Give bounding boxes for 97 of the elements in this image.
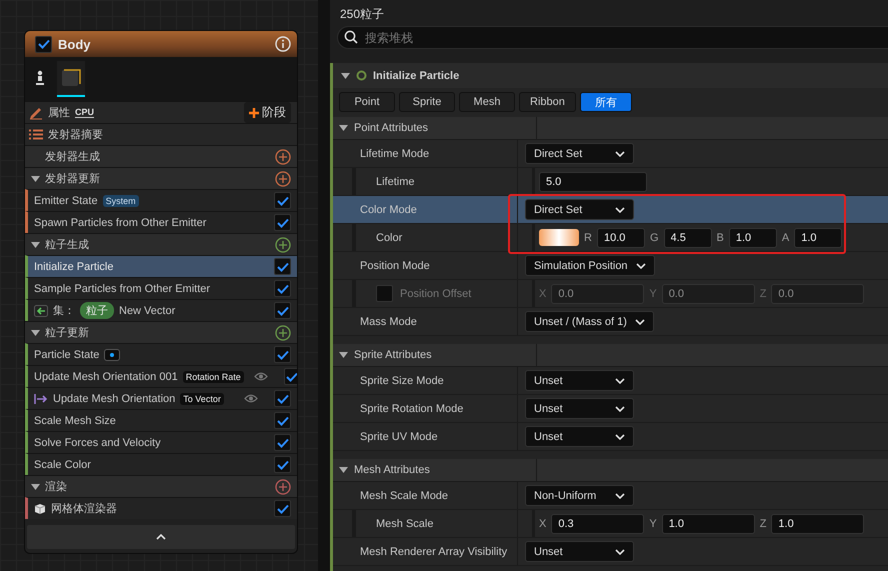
property-row[interactable]: Position Mode Simulation Position bbox=[333, 252, 888, 280]
mode-dropdown[interactable]: Simulation Position bbox=[525, 255, 655, 276]
module-name: 网格体渲染器 bbox=[51, 502, 117, 516]
module-name: Particle State bbox=[34, 348, 100, 360]
property-name: Mesh Scale bbox=[376, 518, 434, 530]
property-name: Color Mode bbox=[360, 204, 417, 216]
node-title: Body bbox=[58, 36, 92, 52]
mode-dropdown[interactable]: Direct Set bbox=[525, 199, 634, 220]
input-tag: Rotation Rate bbox=[182, 370, 244, 382]
property-name: Sprite UV Mode bbox=[360, 430, 438, 442]
module-name: New Vector bbox=[119, 304, 176, 316]
channel-label: B bbox=[716, 232, 724, 244]
module-name: Initialize Particle bbox=[34, 260, 114, 272]
channel-label: A bbox=[782, 232, 790, 244]
property-name: Lifetime bbox=[376, 176, 415, 188]
property-row[interactable]: Mass Mode Unset / (Mass of 1) bbox=[333, 308, 888, 336]
section-title[interactable]: Mesh Attributes bbox=[354, 464, 530, 476]
axis-label: Y bbox=[649, 288, 657, 300]
parameter-chip: 粒子 bbox=[80, 302, 114, 319]
module-header[interactable]: Initialize Particle bbox=[333, 63, 888, 88]
property-name: Sprite Rotation Mode bbox=[360, 402, 464, 414]
filter-tab[interactable]: Mesh bbox=[459, 92, 515, 112]
section-title[interactable]: Sprite Attributes bbox=[354, 349, 530, 361]
property-row[interactable]: Sprite UV Mode Unset bbox=[333, 423, 888, 451]
scope-tag: System bbox=[102, 194, 139, 206]
property-row[interactable]: Lifetime Mode Direct Set bbox=[333, 140, 888, 168]
filter-tab[interactable]: Sprite bbox=[399, 92, 455, 112]
property-row[interactable]: Mesh Scale X 0.3 Y 1.0 Z 1.0 bbox=[333, 510, 888, 538]
channel-field[interactable]: 4.5 bbox=[664, 228, 712, 248]
filter-tab[interactable]: 所有 bbox=[580, 92, 632, 112]
mode-dropdown[interactable]: Direct Set bbox=[525, 143, 634, 164]
add-stage-button[interactable]: 阶段 bbox=[244, 102, 291, 123]
cpu-badge: CPU bbox=[75, 107, 94, 118]
search-field[interactable]: 搜索堆栈 bbox=[337, 26, 888, 49]
property-name: Lifetime Mode bbox=[360, 148, 430, 160]
module-name: Spawn Particles from Other Emitter bbox=[34, 216, 206, 228]
property-name: Mesh Renderer Array Visibility bbox=[360, 546, 508, 558]
property-name: Color bbox=[376, 232, 402, 244]
mode-dropdown[interactable]: Unset bbox=[525, 370, 634, 391]
set-label: 集： bbox=[53, 304, 75, 318]
property-row[interactable]: Color Mode Direct Set bbox=[333, 196, 888, 224]
property-name: Mesh Scale Mode bbox=[360, 490, 448, 502]
module-title: Initialize Particle bbox=[373, 70, 460, 82]
module-name: Scale Color bbox=[34, 458, 91, 470]
channel-field[interactable]: 10.0 bbox=[596, 228, 645, 248]
module-row[interactable]: Initialize Particle bbox=[25, 255, 297, 277]
number-field[interactable]: 5.0 bbox=[539, 172, 647, 192]
property-name: Sprite Size Mode bbox=[360, 374, 444, 386]
module-row[interactable]: Emitter State System bbox=[25, 189, 297, 211]
property-row[interactable]: Color R 10.0 G 4.5 B 1.0 A 1.0 bbox=[333, 224, 888, 252]
module-row[interactable]: Particle State bbox=[25, 343, 297, 365]
axis-label: Z bbox=[760, 288, 766, 300]
module-row[interactable]: Solve Forces and Velocity bbox=[25, 431, 297, 453]
mode-dropdown[interactable]: Non-Uniform bbox=[525, 485, 634, 506]
axis-field[interactable]: 1.0 bbox=[662, 514, 755, 534]
channel-field[interactable]: 1.0 bbox=[728, 228, 777, 248]
property-row[interactable]: Lifetime 5.0 bbox=[333, 168, 888, 196]
property-row[interactable]: Mesh Scale Mode Non-Uniform bbox=[333, 482, 888, 510]
channel-field[interactable]: 1.0 bbox=[794, 228, 842, 248]
module-name: Emitter State bbox=[34, 194, 98, 206]
input-tag: To Vector bbox=[180, 392, 224, 404]
property-name: Mass Mode bbox=[360, 316, 417, 328]
module-row[interactable]: 集： 粒子 New Vector bbox=[25, 299, 297, 321]
module-name: Solve Forces and Velocity bbox=[34, 436, 161, 448]
axis-label: X bbox=[539, 518, 546, 530]
module-row[interactable]: Scale Color bbox=[25, 453, 297, 475]
axis-field[interactable]: 0.3 bbox=[551, 514, 644, 534]
channel-label: R bbox=[584, 232, 592, 244]
mode-dropdown[interactable]: Unset bbox=[525, 398, 634, 419]
mode-dropdown[interactable]: Unset / (Mass of 1) bbox=[525, 311, 654, 332]
module-row[interactable]: Update Mesh Orientation To Vector bbox=[25, 387, 297, 409]
module-row[interactable]: 网格体渲染器 bbox=[25, 497, 297, 519]
module-name: Scale Mesh Size bbox=[34, 414, 116, 426]
section-title[interactable]: Point Attributes bbox=[354, 122, 530, 134]
panel-title: 250粒子 bbox=[339, 6, 386, 23]
property-row[interactable]: Sprite Rotation Mode Unset bbox=[333, 395, 888, 423]
axis-label: Y bbox=[649, 518, 657, 530]
axis-label: X bbox=[539, 288, 546, 300]
module-name: Update Mesh Orientation bbox=[53, 392, 176, 404]
property-name: Position Mode bbox=[360, 260, 430, 272]
module-name: Sample Particles from Other Emitter bbox=[34, 282, 210, 294]
property-row[interactable]: Sprite Size Mode Unset bbox=[333, 367, 888, 395]
module-name: Update Mesh Orientation 001 bbox=[34, 370, 178, 382]
filter-tab[interactable]: Point bbox=[339, 92, 395, 112]
channel-label: G bbox=[650, 232, 659, 244]
property-name: Position Offset bbox=[400, 288, 472, 300]
axis-label: Z bbox=[760, 518, 766, 530]
mode-dropdown[interactable]: Unset bbox=[525, 541, 634, 562]
module-row[interactable]: Scale Mesh Size bbox=[25, 409, 297, 431]
module-row[interactable]: Sample Particles from Other Emitter bbox=[25, 277, 297, 299]
filter-tab[interactable]: Ribbon bbox=[519, 92, 576, 112]
module-row[interactable]: Spawn Particles from Other Emitter bbox=[25, 211, 297, 233]
module-row[interactable]: Update Mesh Orientation 001 Rotation Rate bbox=[25, 365, 297, 387]
axis-field[interactable]: 1.0 bbox=[771, 514, 864, 534]
mode-dropdown[interactable]: Unset bbox=[525, 426, 634, 447]
properties-label: 属性 bbox=[48, 106, 70, 120]
property-row[interactable]: Mesh Renderer Array Visibility Unset bbox=[333, 538, 888, 566]
